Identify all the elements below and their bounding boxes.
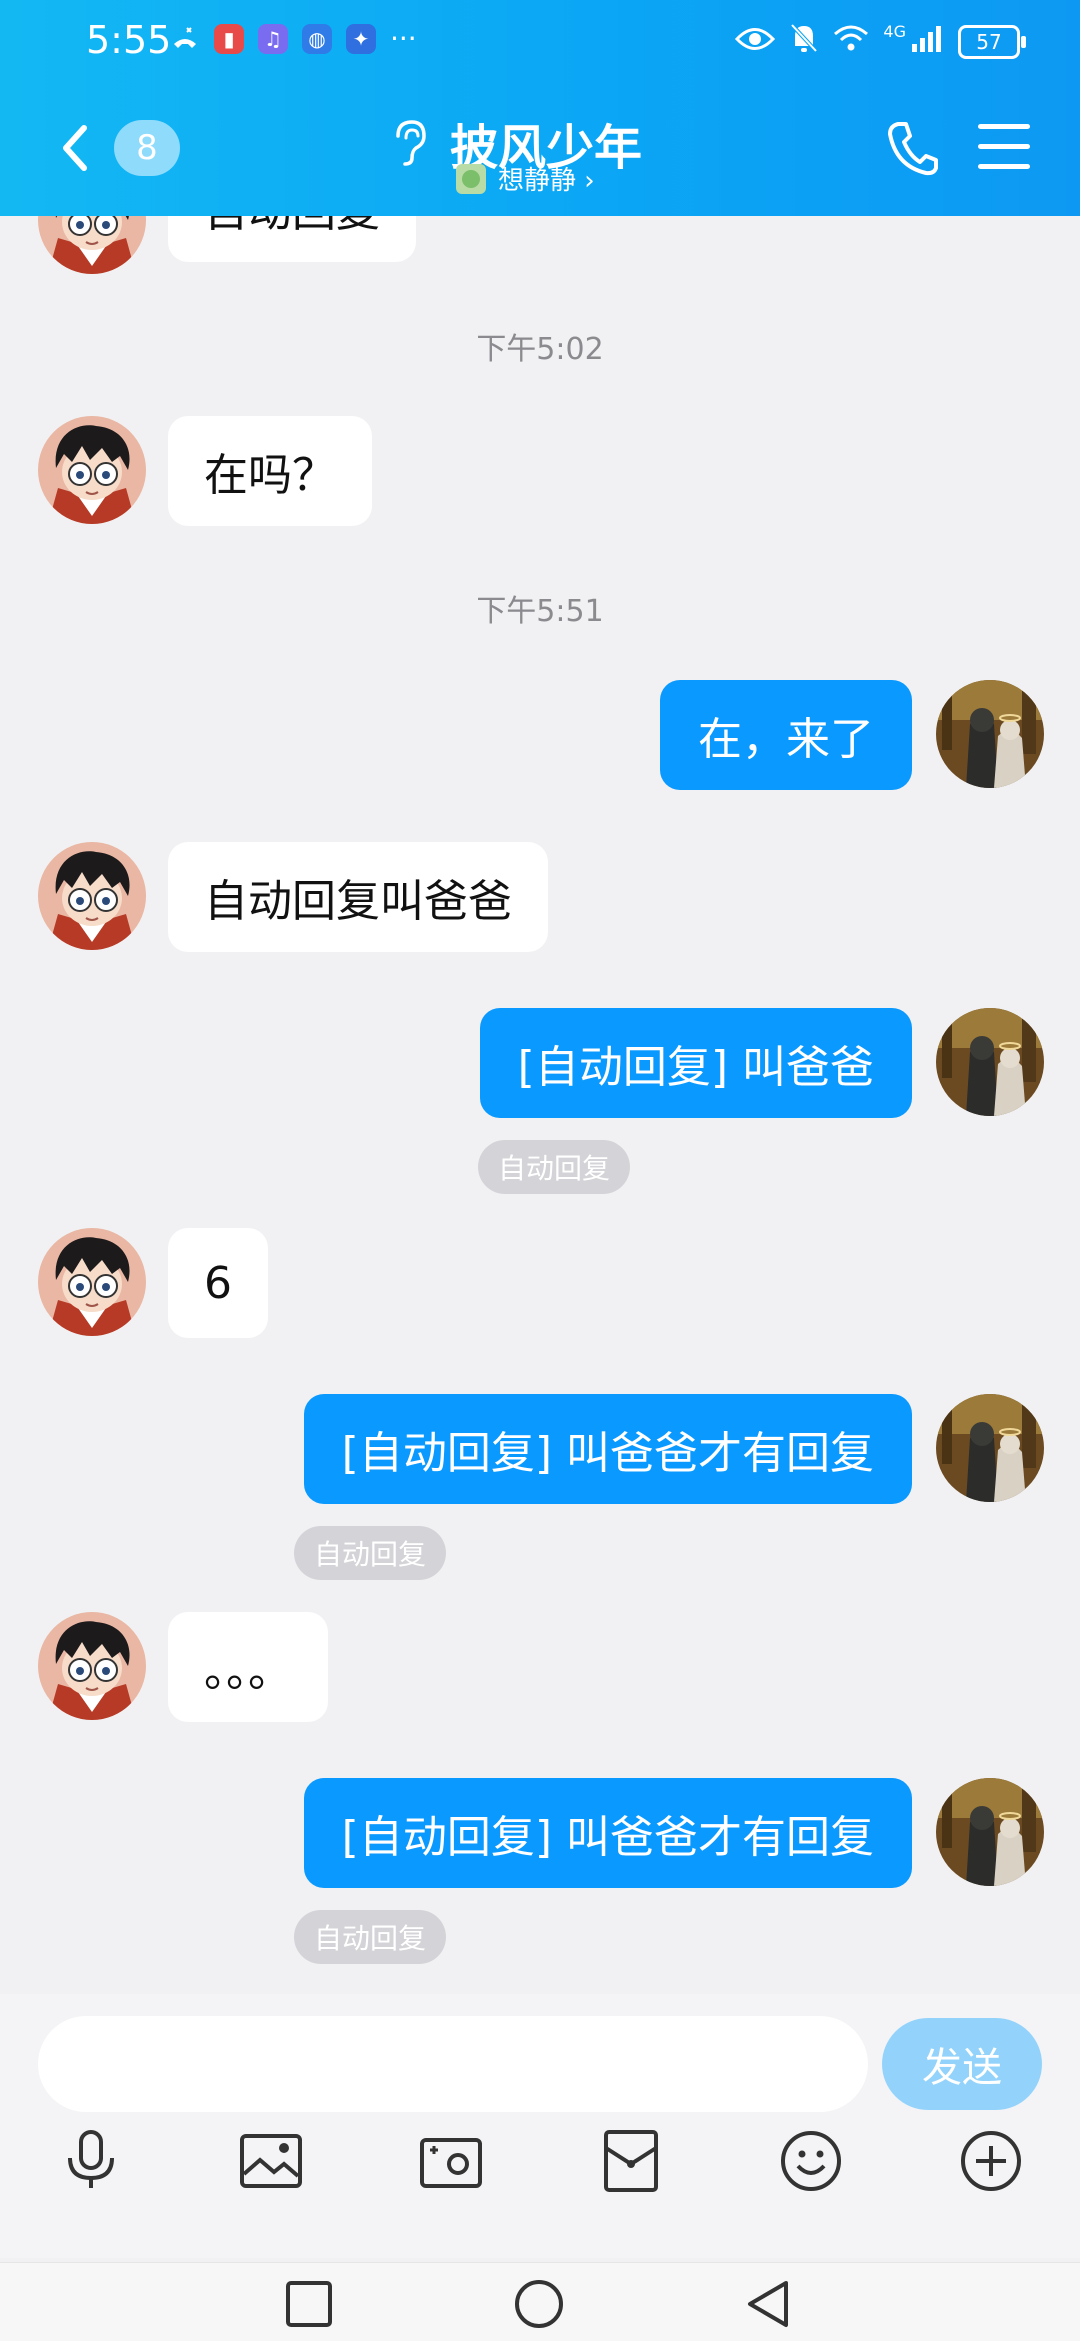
call-button[interactable] — [884, 118, 940, 178]
contact-avatar[interactable] — [38, 216, 146, 274]
back-button[interactable] — [54, 118, 94, 178]
header: 5:55 ▮ ♫ ◍ ✦ ··· 4G 57 8 披风少年 想静静 › — [0, 0, 1080, 216]
input-area: 发送 — [0, 1994, 1080, 2258]
contact-avatar[interactable] — [38, 1612, 146, 1720]
bulb-app-icon: ✦ — [346, 23, 376, 54]
voice-button[interactable] — [56, 2126, 126, 2196]
battery-indicator: 57 — [958, 25, 1026, 59]
timestamp: 下午5:51 — [476, 594, 604, 629]
back-nav-button[interactable] — [742, 2277, 796, 2331]
home-button[interactable] — [512, 2277, 566, 2331]
ear-icon[interactable] — [392, 118, 428, 168]
incoming-message[interactable]: 在吗？ — [168, 416, 372, 526]
incoming-message[interactable]: 。。。 — [168, 1612, 328, 1722]
send-button[interactable]: 发送 — [882, 2018, 1042, 2110]
status-subtitle[interactable]: 想静静 › — [456, 160, 595, 197]
camera-icon — [420, 2138, 482, 2188]
mood-emoji-icon — [456, 163, 486, 194]
network-type-label: 4G — [883, 22, 906, 41]
wifi-icon — [833, 24, 869, 60]
eye-icon — [735, 25, 776, 60]
contact-avatar[interactable] — [38, 1228, 146, 1336]
plus-icon — [961, 2131, 1021, 2191]
home-icon — [515, 2280, 563, 2328]
incoming-message[interactable]: 自动回复叫爸爸 — [168, 842, 548, 952]
my-avatar[interactable] — [936, 680, 1044, 788]
my-avatar[interactable] — [936, 1394, 1044, 1502]
emoji-button[interactable] — [776, 2126, 846, 2196]
incoming-message[interactable]: 6 — [168, 1228, 268, 1338]
status-time: 5:55 — [86, 18, 172, 62]
outgoing-message[interactable]: [自动回复] 叫爸爸才有回复 — [303, 1778, 912, 1888]
auto-reply-tag: 自动回复 — [294, 1526, 447, 1580]
menu-icon — [978, 124, 1030, 129]
auto-reply-tag: 自动回复 — [294, 1910, 447, 1964]
image-icon — [240, 2134, 302, 2188]
more-button[interactable] — [956, 2126, 1026, 2196]
missed-call-icon — [170, 24, 200, 54]
signal-icon — [910, 24, 944, 60]
status-notifications: ▮ ♫ ◍ ✦ ··· — [170, 22, 417, 55]
book-app-icon: ▮ — [214, 23, 244, 54]
camera-button[interactable] — [416, 2126, 486, 2196]
my-avatar[interactable] — [936, 1778, 1044, 1886]
my-avatar[interactable] — [936, 1008, 1044, 1116]
unread-badge[interactable]: 8 — [114, 120, 180, 176]
outgoing-message[interactable]: 在，来了 — [660, 680, 912, 790]
subtitle-text: 想静静 › — [498, 166, 595, 196]
emoji-icon — [781, 2131, 841, 2191]
back-nav-icon — [748, 2281, 788, 2327]
mute-bell-icon — [789, 22, 819, 62]
outgoing-message[interactable]: [自动回复] 叫爸爸 — [479, 1008, 912, 1118]
red-packet-button[interactable] — [596, 2126, 666, 2196]
microphone-icon — [68, 2130, 114, 2188]
incoming-message[interactable]: 自动回复 — [168, 216, 416, 262]
auto-reply-tag: 自动回复 — [478, 1140, 631, 1194]
photo-button[interactable] — [236, 2126, 306, 2196]
browser-app-icon: ◍ — [302, 23, 332, 54]
phone-icon — [888, 122, 938, 176]
message-list[interactable]: 自动回复 下午5:02 在吗？ 下午5:51 在，来了 自动回复叫爸爸 [自动回… — [0, 216, 1080, 1994]
contact-avatar[interactable] — [38, 842, 146, 950]
timestamp: 下午5:02 — [476, 332, 604, 367]
message-input[interactable] — [38, 2016, 868, 2112]
system-nav-bar — [0, 2262, 1080, 2341]
outgoing-message[interactable]: [自动回复] 叫爸爸才有回复 — [303, 1394, 912, 1504]
recents-button[interactable] — [282, 2277, 336, 2331]
more-notifications-icon: ··· — [390, 22, 417, 55]
red-packet-icon — [604, 2130, 658, 2192]
recents-icon — [286, 2281, 332, 2327]
menu-button[interactable] — [978, 124, 1030, 170]
status-system: 4G 57 — [735, 22, 1026, 62]
music-app-icon: ♫ — [258, 23, 288, 54]
chevron-left-icon — [63, 125, 87, 171]
contact-avatar[interactable] — [38, 416, 146, 524]
